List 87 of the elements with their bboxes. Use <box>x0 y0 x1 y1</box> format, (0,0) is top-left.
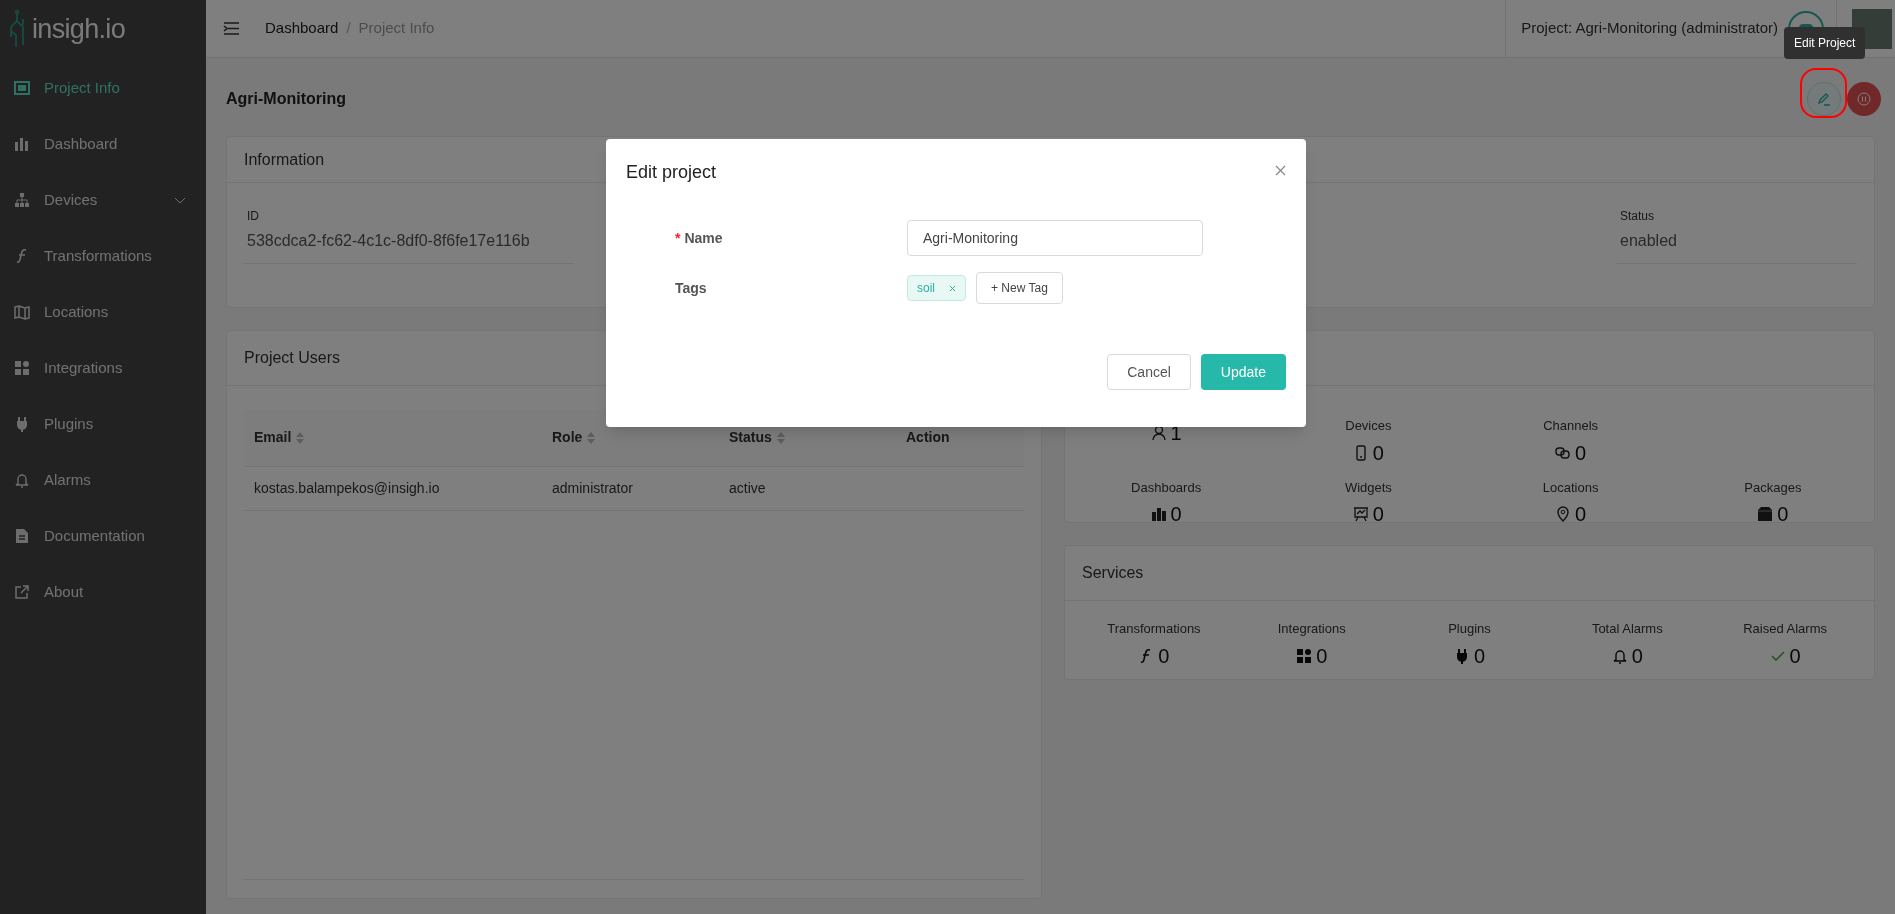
bar-chart-icon <box>14 136 30 152</box>
stat-value: 0 <box>1372 440 1384 466</box>
column-header[interactable]: Role <box>552 427 596 449</box>
stat-value: 0 <box>1631 643 1643 669</box>
nav-item[interactable]: Alarms <box>0 452 206 508</box>
field-label: ID <box>246 208 260 225</box>
stat-value: 0 <box>1316 643 1328 669</box>
highlight-ring <box>1800 68 1847 118</box>
menu-icon[interactable] <box>223 21 240 36</box>
presentation-icon <box>1352 506 1369 522</box>
stat-label: Channels <box>1543 417 1599 435</box>
stat-label: Total Alarms <box>1591 620 1663 638</box>
stat-value: 0 <box>1170 502 1182 527</box>
grid-icon <box>14 360 30 376</box>
stat-label: Widgets <box>1344 478 1392 497</box>
nav-item[interactable]: Dashboard <box>0 116 206 172</box>
sort-icon <box>296 431 305 444</box>
stat-value: 0 <box>1777 502 1789 527</box>
bar-chart-icon <box>1150 506 1167 522</box>
column-header[interactable]: Email <box>254 427 305 449</box>
dialog-title: Edit project <box>626 161 717 184</box>
bell-icon <box>14 472 30 488</box>
stat-label: Locations <box>1542 478 1599 497</box>
table-cell: administrator <box>552 479 633 496</box>
stat-value: 0 <box>1158 643 1170 669</box>
nav-item[interactable]: Plugins <box>0 396 206 452</box>
column-header[interactable]: Status <box>729 427 785 449</box>
stat-label: Devices <box>1345 417 1392 435</box>
box-icon <box>1757 506 1774 522</box>
table-cell: active <box>729 479 766 496</box>
required-mark: * <box>675 228 681 248</box>
field-value: enabled <box>1619 231 1678 251</box>
stat-label: Packages <box>1744 478 1802 497</box>
stat-value: 0 <box>1575 502 1587 527</box>
stat-label: Integrations <box>1277 620 1346 638</box>
tooltip: Edit Project <box>1784 27 1866 59</box>
column-header: Action <box>906 428 950 448</box>
update-button[interactable]: Update <box>1200 354 1286 390</box>
field-value: 538cdca2-fc62-4c1c-8df0-8f6fe17e116b <box>246 231 531 251</box>
grid-icon <box>1296 647 1313 664</box>
stat-label: Transformations <box>1107 620 1201 638</box>
pause-button[interactable] <box>1847 82 1881 116</box>
stat-value: 0 <box>1789 643 1801 669</box>
stat-label: Plugins <box>1448 620 1491 638</box>
nav-item[interactable]: Devices <box>0 172 206 228</box>
close-icon[interactable] <box>1275 164 1286 176</box>
user-icon <box>1150 425 1167 441</box>
map-icon <box>14 304 30 320</box>
bell-icon <box>1611 647 1628 664</box>
document-icon <box>14 528 30 544</box>
external-link-icon <box>14 584 30 600</box>
sort-icon <box>587 431 596 444</box>
stat-value: 0 <box>1473 643 1486 669</box>
page-title: Agri-Monitoring <box>226 89 346 109</box>
hierarchy-icon <box>14 192 30 208</box>
link-icon <box>1555 444 1572 461</box>
pin-icon <box>1555 506 1572 522</box>
stat-label: Dashboards <box>1131 478 1202 497</box>
table-cell: kostas.balampekos@insigh.io <box>254 479 440 496</box>
card-title: Services <box>1065 546 1874 601</box>
plug-icon <box>14 416 30 432</box>
nav-item[interactable]: Transformations <box>0 228 206 284</box>
project-label: Project: Agri-Monitoring (administrator) <box>1521 18 1778 39</box>
nav-item[interactable]: Locations <box>0 284 206 340</box>
nav-item[interactable]: About <box>0 564 206 620</box>
tag: soil <box>907 275 966 301</box>
pencil-icon <box>1817 92 1831 106</box>
field-label: Status <box>1619 208 1656 225</box>
stat-value: 0 <box>1372 502 1384 527</box>
name-input-field[interactable]: Agri-Monitoring <box>907 220 1203 256</box>
stat-value: 0 <box>1575 440 1587 466</box>
nav-item[interactable]: Project Info <box>0 60 206 116</box>
close-icon[interactable] <box>949 284 956 292</box>
sort-icon <box>776 431 785 444</box>
stat-label: Raised Alarms <box>1743 620 1827 638</box>
monitor-icon <box>14 80 30 96</box>
pause-icon <box>1857 92 1871 106</box>
nav-item[interactable]: Integrations <box>0 340 206 396</box>
new-tag-button[interactable]: + New Tag <box>976 272 1063 304</box>
field-label: Tags <box>675 278 708 298</box>
field-label: Name <box>684 228 723 248</box>
chevron-down-icon <box>174 196 186 204</box>
logo-text: insigh.io <box>32 12 125 46</box>
nav-item[interactable]: Documentation <box>0 508 206 564</box>
cancel-button[interactable]: Cancel <box>1107 354 1191 390</box>
breadcrumb-link[interactable]: Dashboard <box>265 17 339 40</box>
breadcrumb-separator: / <box>346 18 351 39</box>
